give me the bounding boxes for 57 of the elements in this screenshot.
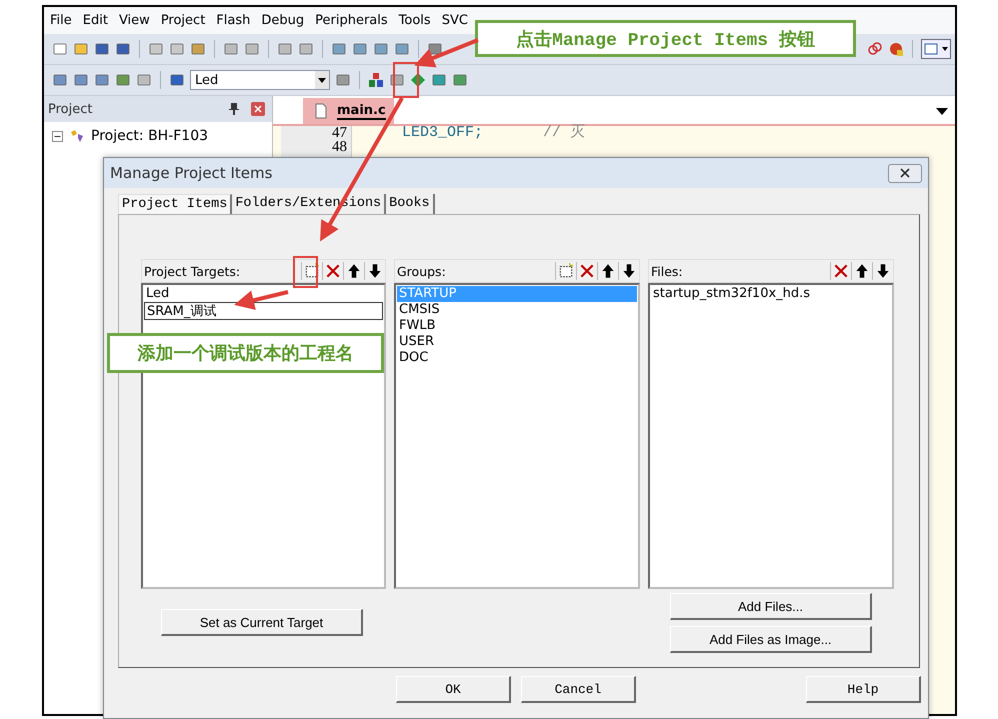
list-box[interactable]: STARTUP CMSIS FWLB USER DOC [394, 283, 640, 589]
add-files-button[interactable]: Add Files... [670, 593, 872, 620]
dialog-button[interactable]: Cancel [521, 676, 636, 703]
dialog-button[interactable]: Help [806, 676, 921, 703]
target-select[interactable]: Led [190, 70, 330, 90]
list-item[interactable]: FWLB [397, 318, 637, 334]
list-box[interactable]: startup_stm32f10x_hd.s [648, 283, 894, 589]
panel-title: Project [48, 102, 94, 116]
menu-item[interactable]: File [50, 13, 72, 28]
line-number: 48 [331, 140, 347, 154]
menu-item[interactable]: SVC [442, 13, 468, 28]
diamond-icon[interactable] [410, 72, 426, 88]
new-icon[interactable] [555, 262, 576, 280]
file-icon [313, 103, 329, 119]
debug-icon[interactable] [888, 41, 904, 57]
callout-label: 点击Manage Project Items 按钮 [475, 20, 856, 57]
list-item[interactable]: Led [144, 286, 383, 302]
dropdown-icon[interactable] [935, 106, 949, 116]
file-tab[interactable]: main.c [303, 98, 394, 124]
list-item[interactable]: DOC [397, 350, 637, 366]
pin-icon[interactable] [226, 101, 242, 117]
list-label: Files: [651, 264, 684, 278]
collapse-icon[interactable] [52, 130, 63, 142]
list-label: Groups: [397, 264, 447, 278]
list-item[interactable]: USER [397, 334, 637, 350]
list-item[interactable]: startup_stm32f10x_hd.s [651, 286, 891, 302]
list-item[interactable]: CMSIS [397, 302, 637, 318]
highlight-frame [293, 256, 318, 288]
line-number: 47 [331, 126, 347, 140]
tree-item[interactable]: Project: BH-F103 [91, 128, 208, 144]
annotation-arrow [234, 290, 288, 310]
dialog-button[interactable]: OK [396, 676, 511, 703]
add-files-button[interactable]: Add Files as Image... [670, 626, 872, 653]
callout-label: 添加一个调试版本的工程名 [107, 333, 384, 373]
window-layout-dropdown[interactable] [921, 39, 951, 59]
close-button[interactable] [888, 164, 922, 182]
menu-item[interactable]: Edit [82, 13, 108, 28]
menu-item[interactable]: Flash [216, 13, 250, 28]
new-icon[interactable] [301, 262, 322, 280]
rings-icon[interactable] [867, 41, 883, 57]
code-comment: // 灭 [543, 126, 586, 140]
dialog-title: Manage Project Items [110, 164, 272, 182]
menu-item[interactable]: View [118, 13, 150, 28]
close-icon[interactable] [899, 168, 911, 178]
menu-item[interactable]: Project [160, 13, 206, 28]
menu-item[interactable]: Debug [261, 13, 304, 28]
annotation-arrow [414, 38, 479, 68]
highlight-frame [393, 62, 419, 98]
edit-field[interactable]: SRAM_调试 [144, 302, 383, 320]
set-target-button[interactable]: Set as Current Target [161, 609, 363, 636]
menu-item[interactable]: Tools [398, 13, 431, 28]
code-text: LED3_OFF; [402, 126, 484, 140]
list-label: Project Targets: [144, 264, 242, 278]
project-icon [69, 128, 85, 144]
menu-item[interactable]: Peripherals [315, 13, 388, 28]
manage-project-icon[interactable] [368, 72, 384, 88]
tab[interactable]: Project Items [118, 194, 232, 214]
